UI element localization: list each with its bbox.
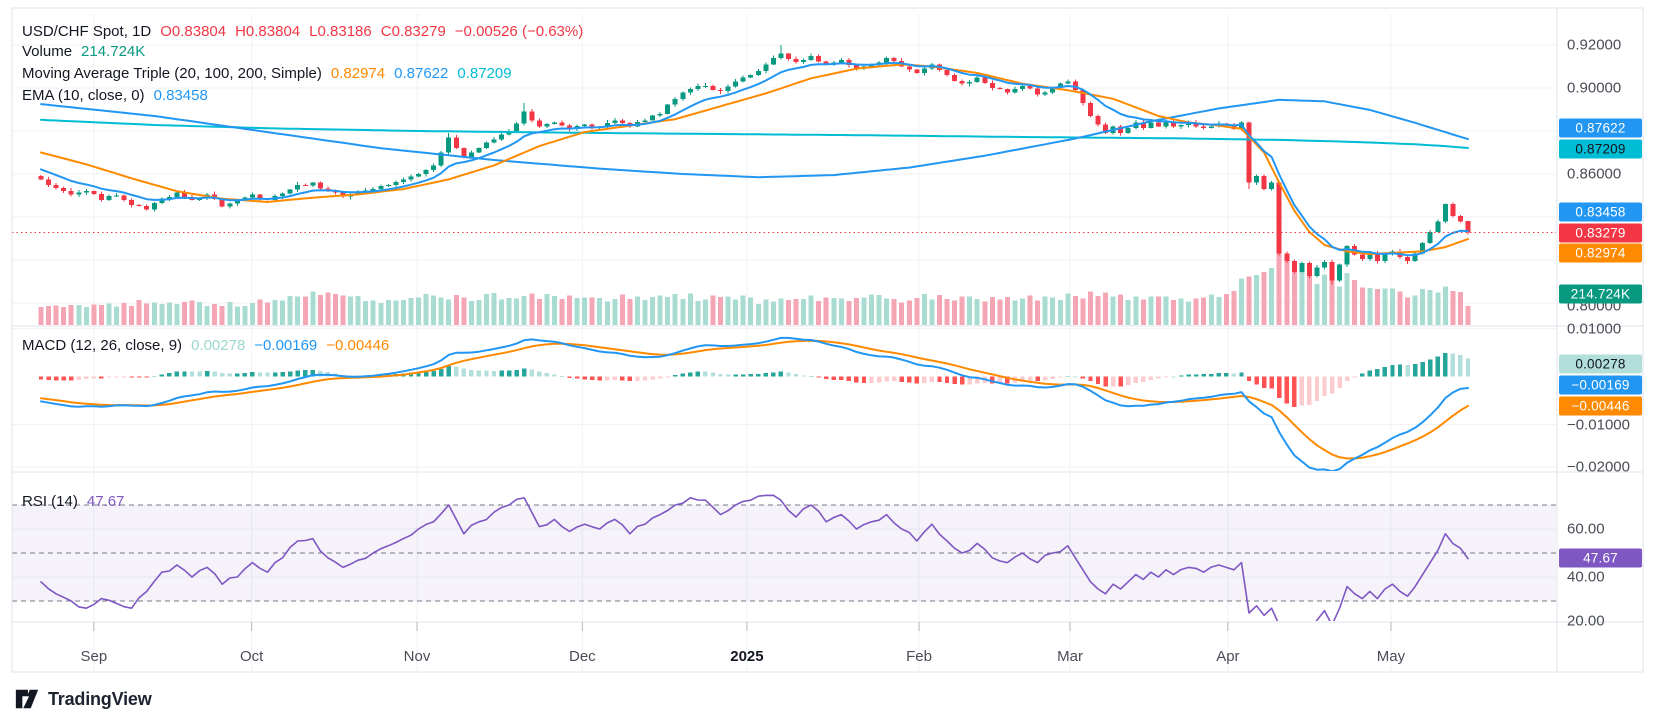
rsi-label: RSI (14): [22, 492, 78, 512]
macd-signal-value: −0.00446: [326, 336, 389, 356]
time-label-feb: Feb: [906, 648, 932, 665]
ema-value: 0.83458: [154, 86, 208, 106]
ma-triple-label: Moving Average Triple (20, 100, 200, Sim…: [22, 64, 322, 84]
symbol-legend-row[interactable]: USD/CHF Spot, 1D O0.83804 H0.83804 L0.83…: [22, 22, 583, 42]
macd-hist-value: 0.00278: [191, 336, 245, 356]
time-label-oct: Oct: [240, 648, 263, 665]
volume-label: Volume: [22, 42, 72, 62]
tradingview-logo-text: TradingView: [48, 689, 152, 710]
ma200-price-badge: 0.87209: [1559, 140, 1642, 159]
price-axis-label: 0.86000: [1567, 166, 1621, 183]
ma100-value: 0.87622: [394, 64, 448, 84]
time-label-sep: Sep: [80, 648, 107, 665]
ohlc-open: O0.83804: [160, 22, 226, 42]
rsi-axis-label: 20.00: [1567, 613, 1605, 630]
ma200-value: 0.87209: [457, 64, 511, 84]
tradingview-logo[interactable]: TradingView: [14, 686, 152, 712]
ema-legend-row[interactable]: EMA (10, close, 0) 0.83458: [22, 86, 208, 106]
time-label-nov: Nov: [404, 648, 431, 665]
volume-badge: 214.724K: [1559, 285, 1642, 304]
macd-hist-badge: 0.00278: [1559, 355, 1642, 374]
rsi-badge: 47.67: [1559, 548, 1642, 567]
ma20-value: 0.82974: [331, 64, 385, 84]
time-label-apr: Apr: [1216, 648, 1239, 665]
time-label-dec: Dec: [569, 648, 596, 665]
macd-axis-label: −0.02000: [1567, 459, 1630, 476]
macd-axis-label: 0.01000: [1567, 321, 1621, 338]
volume-value: 214.724K: [81, 42, 145, 62]
tradingview-logo-icon: [14, 686, 40, 712]
ma-triple-legend-row[interactable]: Moving Average Triple (20, 100, 200, Sim…: [22, 64, 512, 84]
ohlc-high: H0.83804: [235, 22, 300, 42]
last-price-badge: 0.83279: [1559, 223, 1642, 242]
price-axis-label: 0.90000: [1567, 80, 1621, 97]
time-label-may: May: [1377, 648, 1405, 665]
macd-axis-label: −0.01000: [1567, 417, 1630, 434]
ma20-price-badge: 0.82974: [1559, 244, 1642, 263]
time-label-2025: 2025: [730, 648, 763, 665]
rsi-axis-label: 60.00: [1567, 521, 1605, 538]
rsi-axis-label: 40.00: [1567, 569, 1605, 586]
ma100-price-badge: 0.87622: [1559, 119, 1642, 138]
ohlc-low: L0.83186: [309, 22, 372, 42]
chart-canvas[interactable]: [0, 0, 1656, 718]
rsi-legend-row[interactable]: RSI (14) 47.67: [22, 492, 124, 512]
macd-label: MACD (12, 26, close, 9): [22, 336, 182, 356]
ohlc-close: C0.83279: [381, 22, 446, 42]
macd-legend-row[interactable]: MACD (12, 26, close, 9) 0.00278 −0.00169…: [22, 336, 389, 356]
ema-price-badge: 0.83458: [1559, 203, 1642, 222]
volume-legend-row[interactable]: Volume 214.724K: [22, 42, 145, 62]
macd-line-badge: −0.00169: [1559, 376, 1642, 395]
macd-line-value: −0.00169: [254, 336, 317, 356]
ohlc-change: −0.00526 (−0.63%): [455, 22, 583, 42]
symbol-title: USD/CHF Spot, 1D: [22, 22, 151, 42]
price-axis-label: 0.92000: [1567, 37, 1621, 54]
tradingview-chart-app: USD/CHF Spot, 1D O0.83804 H0.83804 L0.83…: [0, 0, 1656, 718]
rsi-value: 47.67: [87, 492, 125, 512]
macd-signal-badge: −0.00446: [1559, 397, 1642, 416]
ema-label: EMA (10, close, 0): [22, 86, 145, 106]
time-label-mar: Mar: [1057, 648, 1083, 665]
